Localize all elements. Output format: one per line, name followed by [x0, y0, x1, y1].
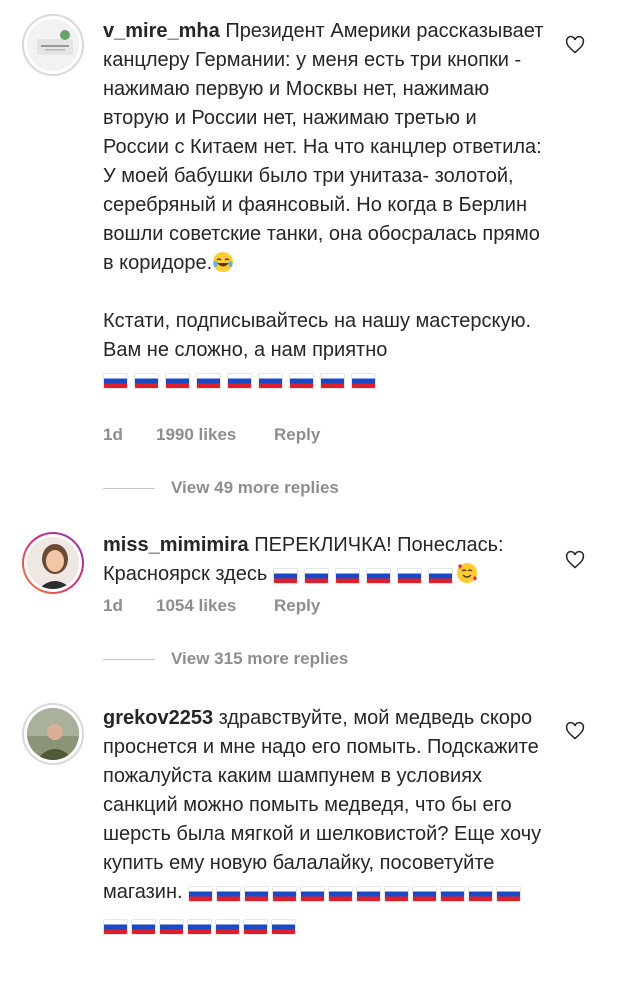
russia-flag-emoji-icon [159, 919, 184, 935]
avatar-image-icon [27, 708, 79, 760]
russia-flag-emoji-icon [334, 568, 360, 584]
russia-flag-emoji-icon [258, 373, 283, 389]
russia-flag-emoji-icon [328, 886, 354, 902]
russia-flag-emoji-icon [272, 568, 298, 584]
smiling-hearts-emoji-icon [456, 563, 477, 583]
time: 1d [103, 596, 123, 615]
russia-flag-emoji-icon [384, 886, 410, 902]
russia-flag-emoji-icon [300, 886, 326, 902]
reply-button[interactable]: Reply [274, 425, 320, 445]
russia-flag-emoji-icon [131, 919, 156, 935]
reply-button[interactable]: Reply [274, 596, 320, 616]
view-replies-button[interactable]: View 49 more replies [103, 478, 339, 498]
likes-count[interactable]: 1990 likes [156, 425, 274, 445]
russia-flag-emoji-icon [356, 886, 382, 902]
comment-body: miss_mimimira ПЕРЕКЛИЧКА! Понеслась: Кра… [103, 531, 548, 589]
russia-flag-emoji-icon [396, 568, 422, 584]
comment-meta: 1d 1990 likes Reply [103, 425, 320, 445]
russia-flag-emoji-icon [320, 373, 345, 389]
username[interactable]: grekov2253 [103, 707, 213, 729]
heart-outline-icon[interactable] [565, 35, 585, 55]
comment-text: Президент Америки рассказывает канцлеру … [103, 20, 544, 274]
view-replies-label: View 49 more replies [171, 478, 339, 497]
avatar[interactable] [22, 703, 84, 765]
russia-flag-emoji-icon [216, 886, 242, 902]
heart-outline-icon[interactable] [565, 721, 585, 741]
russia-flag-emoji-icon [289, 373, 314, 389]
username[interactable]: v_mire_mha [103, 20, 220, 42]
russia-flag-emoji-icon [215, 919, 240, 935]
comment-meta: 1d 1054 likes Reply [103, 596, 320, 616]
russia-flag-emoji-icon [103, 373, 128, 389]
russia-flag-emoji-icon [440, 886, 466, 902]
divider [103, 658, 155, 660]
russia-flag-emoji-icon [303, 568, 329, 584]
heart-outline-icon[interactable] [565, 550, 585, 570]
likes-count[interactable]: 1054 likes [156, 596, 274, 616]
username[interactable]: miss_mimimira [103, 534, 249, 556]
russia-flag-emoji-icon [412, 886, 438, 902]
flag-row [103, 373, 379, 389]
russia-flag-emoji-icon [271, 919, 296, 935]
russia-flag-emoji-icon [496, 886, 522, 902]
comment-body: grekov2253 здравствуйте, мой медведь ско… [103, 704, 548, 944]
view-replies-label: View 315 more replies [171, 649, 349, 668]
comment-text: здравствуйте, мой медведь скоро проснетс… [103, 707, 542, 903]
russia-flag-emoji-icon [244, 886, 270, 902]
avatar[interactable] [22, 532, 84, 594]
avatar[interactable] [22, 14, 84, 76]
comment-text-2: Кстати, подписывайтесь на нашу мастерску… [103, 310, 532, 361]
laughing-tears-emoji-icon [213, 252, 234, 272]
divider [103, 487, 155, 489]
russia-flag-emoji-icon [351, 373, 376, 389]
russia-flag-emoji-icon [243, 919, 268, 935]
russia-flag-emoji-icon [134, 373, 159, 389]
time: 1d [103, 425, 123, 444]
russia-flag-emoji-icon [427, 568, 453, 584]
avatar-image-icon [37, 30, 73, 55]
russia-flag-emoji-icon [188, 886, 214, 902]
flag-row [272, 568, 456, 584]
russia-flag-emoji-icon [272, 886, 298, 902]
view-replies-button[interactable]: View 315 more replies [103, 649, 348, 669]
avatar-image-icon [38, 544, 72, 589]
russia-flag-emoji-icon [196, 373, 221, 389]
russia-flag-emoji-icon [165, 373, 190, 389]
russia-flag-emoji-icon [365, 568, 391, 584]
russia-flag-emoji-icon [187, 919, 212, 935]
russia-flag-emoji-icon [103, 919, 128, 935]
comment-body: v_mire_mha Президент Америки рассказывае… [103, 17, 548, 394]
russia-flag-emoji-icon [468, 886, 494, 902]
russia-flag-emoji-icon [227, 373, 252, 389]
